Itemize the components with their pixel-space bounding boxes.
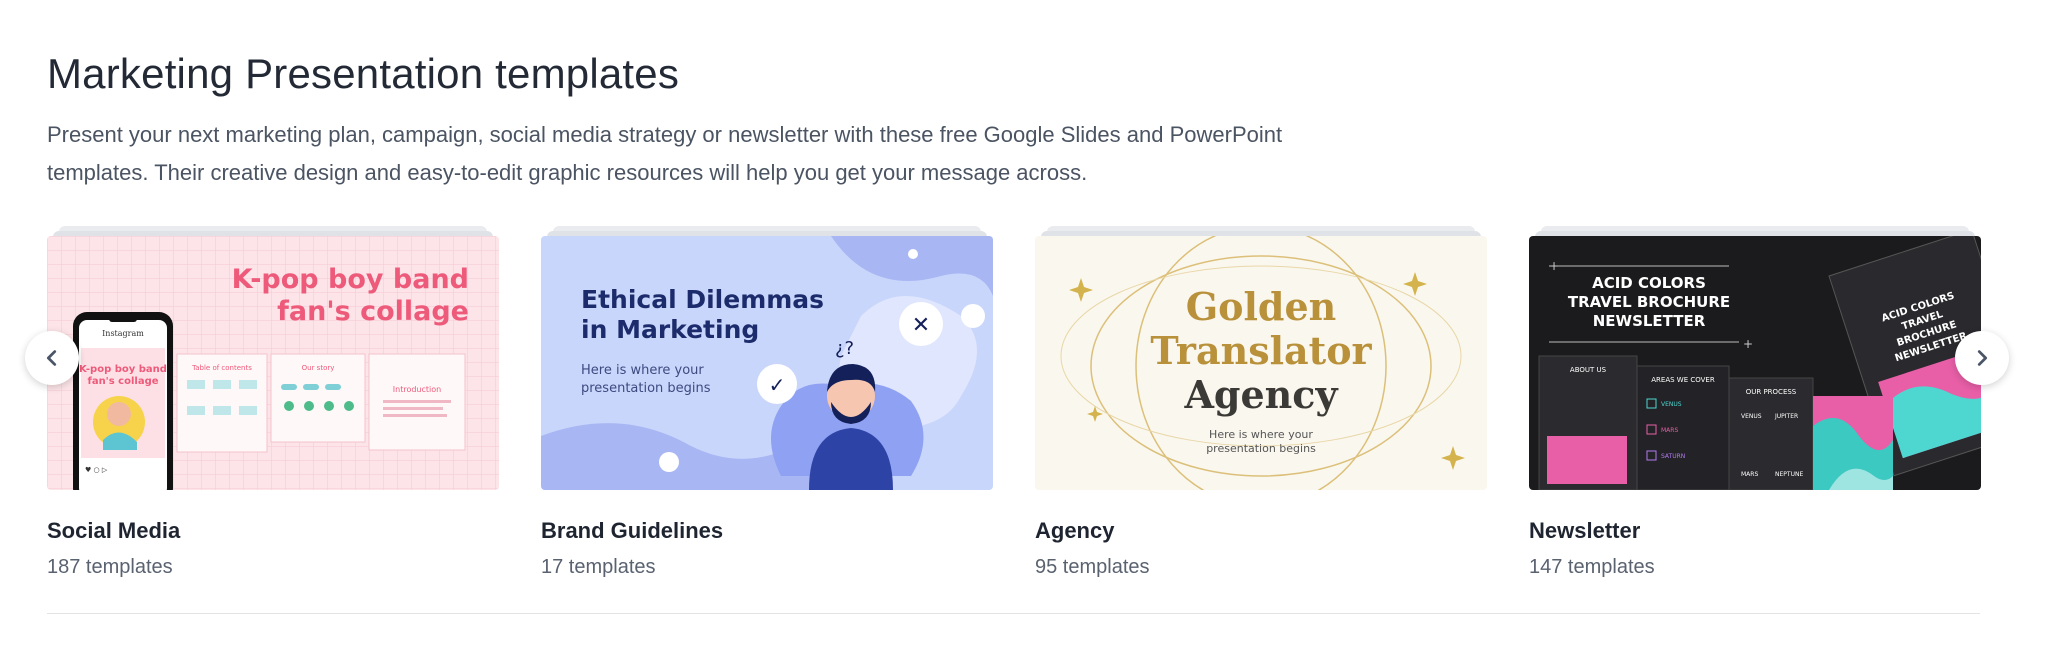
panel-label: VENUS [1661,401,1682,408]
panel-label: SATURN [1661,453,1685,460]
phone-heading: fan's collage [87,376,158,387]
svg-text:¿?: ¿? [835,338,854,359]
card-title[interactable]: Social Media [47,518,180,544]
section-divider [47,613,1980,614]
chevron-left-icon [46,350,57,366]
thumb-heading: ACID COLORS [1592,274,1706,292]
thumb-heading: fan's collage [277,296,469,327]
carousel-prev-button[interactable] [25,331,79,385]
phone-app-name: Instagram [102,329,144,338]
card-title[interactable]: Brand Guidelines [541,518,723,544]
mini-slide-title: Our story [302,364,335,372]
card-thumbnail[interactable]: ACID COLORS TRAVEL BROCHURE NEWSLETTER A… [1529,236,1981,490]
panel-label: NEPTUNE [1775,471,1803,478]
card-thumbnail[interactable]: K-pop boy band fan's collage Table of co… [47,236,499,490]
thumb-heading: K-pop boy band [232,264,469,295]
card-count: 187 templates [47,556,173,578]
card-thumbnail[interactable]: Golden Translator Agency Here is where y… [1035,236,1487,490]
mini-slide-title: Table of contents [191,364,252,372]
thumb-heading: Agency [1183,372,1338,417]
card-count: 95 templates [1035,556,1150,578]
thumb-heading: Translator [1150,328,1372,373]
thumb-subtitle: Here is where your [581,363,704,378]
agency-thumbnail-image: Golden Translator Agency Here is where y… [1035,236,1487,490]
thumb-subtitle: presentation begins [581,381,711,396]
panel-label: JUPITER [1774,413,1798,420]
carousel-next-button[interactable] [1955,331,2009,385]
chevron-right-icon [1977,350,1988,366]
thumb-heading: TRAVEL BROCHURE [1568,293,1730,311]
thumb-heading: in Marketing [581,315,759,344]
social-media-thumbnail-image: K-pop boy band fan's collage Table of co… [47,236,499,490]
card-title[interactable]: Agency [1035,518,1114,544]
brand-guidelines-thumbnail-image: Ethical Dilemmas in Marketing Here is wh… [541,236,993,490]
card-count: 17 templates [541,556,656,578]
svg-text:✕: ✕ [912,313,930,338]
thumb-heading: Ethical Dilemmas [581,285,824,314]
thumb-heading: NEWSLETTER [1593,312,1706,330]
panel-label: AREAS WE COVER [1651,376,1715,384]
panel-label: VENUS [1741,413,1762,420]
mini-slide-title: Introduction [393,385,441,394]
svg-text:+: + [1549,259,1559,273]
svg-text:♥ ○ ▷: ♥ ○ ▷ [85,466,108,474]
newsletter-thumbnail-image: ACID COLORS TRAVEL BROCHURE NEWSLETTER A… [1529,236,1981,490]
card-title[interactable]: Newsletter [1529,518,1640,544]
page-title: Marketing Presentation templates [47,50,680,97]
card-count: 147 templates [1529,556,1655,578]
page-description: Present your next marketing plan, campai… [47,122,1283,185]
panel-label: OUR PROCESS [1746,388,1797,396]
phone-heading: K-pop boy band [79,364,167,375]
svg-text:✓: ✓ [769,373,786,397]
panel-label: MARS [1661,427,1678,434]
svg-text:+: + [1743,337,1753,351]
panel-label: MARS [1741,471,1758,478]
thumb-heading: Golden [1186,284,1337,329]
panel-label: ABOUT US [1570,366,1607,374]
thumb-subtitle: Here is where your [1209,428,1313,441]
thumb-subtitle: presentation begins [1206,442,1316,455]
card-thumbnail[interactable]: Ethical Dilemmas in Marketing Here is wh… [541,236,993,490]
